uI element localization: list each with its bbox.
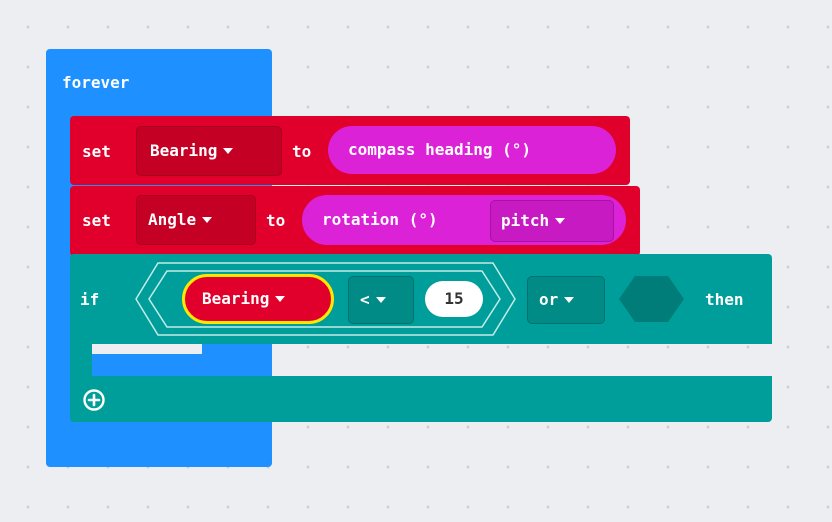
bearing-variable-reporter[interactable]: Bearing bbox=[182, 274, 334, 324]
caret-down-icon bbox=[375, 296, 386, 303]
empty-condition-slot bbox=[619, 276, 684, 322]
logic-label: or bbox=[539, 290, 559, 309]
operator-label: < bbox=[360, 290, 370, 309]
logic-operator-dropdown[interactable]: or bbox=[527, 276, 605, 324]
caret-down-icon bbox=[275, 295, 286, 302]
compare-operator-dropdown[interactable]: < bbox=[348, 276, 414, 324]
condition-shapes bbox=[135, 262, 684, 336]
plus-circle-icon[interactable] bbox=[83, 389, 105, 411]
caret-down-icon bbox=[564, 296, 575, 303]
then-keyword: then bbox=[705, 290, 744, 309]
bearing-reporter-label: Bearing bbox=[202, 289, 270, 308]
number-input[interactable]: 15 bbox=[425, 281, 483, 317]
